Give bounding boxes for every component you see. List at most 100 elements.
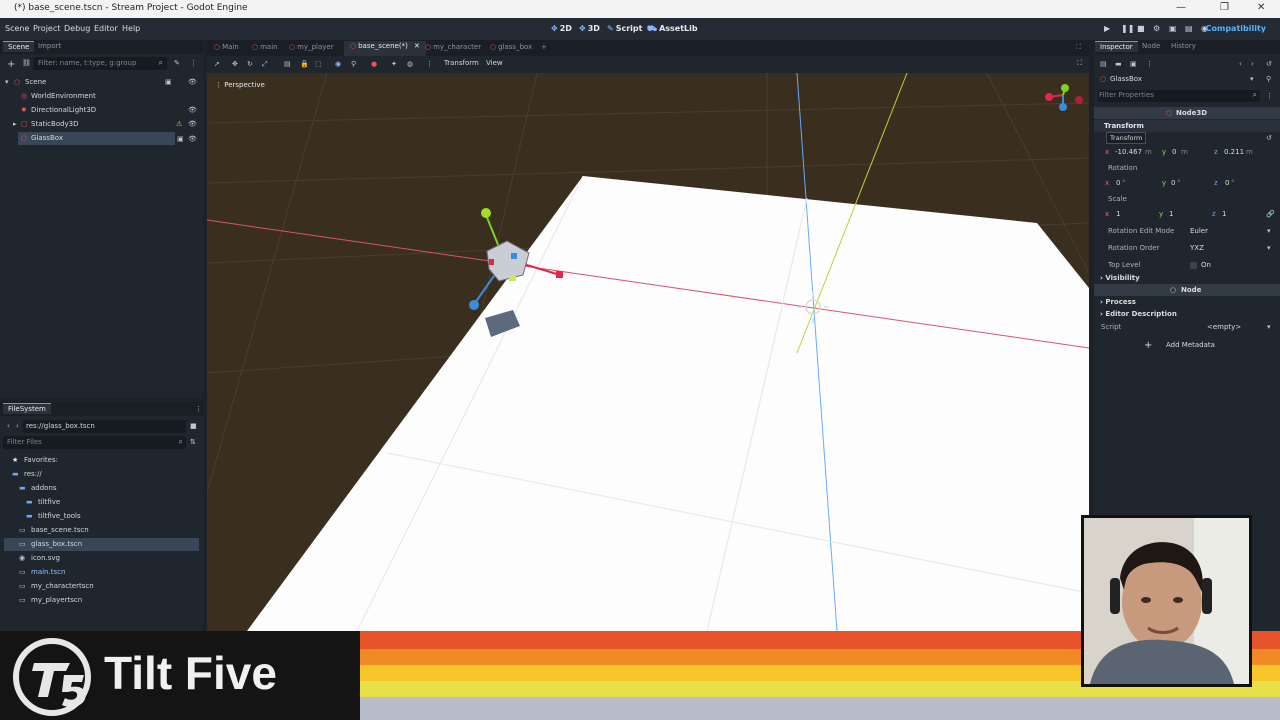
position-y-field[interactable]: 0 — [1172, 148, 1176, 156]
top-level-checkbox[interactable] — [1190, 262, 1197, 269]
rotation-order-row[interactable]: Rotation Order YXZ ▾ — [1094, 242, 1280, 256]
scene-tab-1[interactable]: ○ main — [252, 43, 278, 51]
new-resource-icon[interactable]: ▤ — [1100, 60, 1107, 68]
filter-properties-input[interactable]: Filter Properties ⌕ — [1098, 90, 1260, 102]
scale-z-field[interactable]: 1 — [1222, 210, 1226, 218]
add-node-icon[interactable]: + — [7, 59, 15, 70]
tab-filesystem[interactable]: FileSystem — [3, 403, 51, 414]
lock-icon[interactable]: 🔒 — [300, 60, 309, 68]
minimize-button[interactable]: — — [1176, 2, 1186, 13]
scene-tab-0[interactable]: ○ Main — [214, 43, 239, 51]
save-resource-icon[interactable]: ▣ — [1130, 60, 1137, 68]
open-resource-icon[interactable]: ▬ — [1115, 60, 1122, 68]
close-tab-icon[interactable]: ✕ — [412, 42, 420, 50]
scene-filter-input[interactable]: Filter: name, t:type, g:group ⌕ — [33, 57, 167, 70]
sort-icon[interactable]: ⇅ — [190, 438, 196, 446]
close-window-button[interactable]: ✕ — [1257, 2, 1265, 13]
toolbar-menu-icon[interactable]: ⋮ — [426, 60, 433, 68]
move-mode-icon[interactable]: ✥ — [232, 60, 238, 68]
scene-tab-5[interactable]: ○ glass_box — [490, 43, 532, 51]
extra-options-icon[interactable]: ⋮ — [1146, 60, 1153, 68]
file-item[interactable]: ▭ main.tscn — [4, 566, 199, 579]
inspector-options-icon[interactable]: ⋮ — [1266, 92, 1273, 100]
script-row[interactable]: Script <empty> ▾ — [1094, 321, 1280, 335]
renderer-selector[interactable]: Compatibility — [1206, 24, 1266, 33]
fullscreen-icon[interactable]: ⛶ — [1076, 43, 1081, 52]
docs-icon[interactable]: ⚲ — [1266, 75, 1271, 83]
pause-icon[interactable]: ❚❚ — [1121, 24, 1134, 33]
tree-item-glassbox[interactable]: ○ GlassBox — [18, 132, 175, 145]
file-item[interactable]: ▭ my_playertscn — [4, 594, 199, 607]
top-level-row[interactable]: Top Level On — [1094, 259, 1280, 273]
workspace-3d-button[interactable]: ✥ 3D — [579, 24, 600, 33]
object-selector[interactable]: ○ GlassBox ▾ ⚲ — [1094, 73, 1280, 87]
tree-item-staticbody3d[interactable]: ▸ ▢ StaticBody3D ⚠ 👁 — [0, 118, 203, 131]
position-x-field[interactable]: -10.467 — [1115, 148, 1142, 156]
file-item[interactable]: ▬ addons — [4, 482, 199, 495]
file-item[interactable]: ▬ tiltfive — [4, 496, 199, 509]
3d-viewport[interactable]: ⋮ Perspective — [207, 73, 1089, 631]
menu-debug[interactable]: Debug — [64, 24, 90, 33]
filesystem-path-field[interactable]: res://glass_box.tscn — [23, 420, 186, 433]
visibility-eye-icon[interactable]: 👁 — [188, 135, 197, 143]
file-item[interactable]: ★ Favorites: — [4, 454, 199, 467]
rotation-edit-mode-select[interactable]: Euler — [1190, 227, 1208, 235]
menu-scene[interactable]: Scene — [5, 24, 29, 33]
file-item[interactable]: ▭ glass_box.tscn — [4, 538, 199, 551]
distraction-free-icon[interactable]: ⛶ — [1077, 59, 1082, 68]
maximize-button[interactable]: ❐ — [1220, 2, 1229, 13]
select-mode-icon[interactable]: ➚ — [214, 60, 220, 68]
snap-icon[interactable]: ⚲ — [351, 60, 356, 68]
file-item[interactable]: ◉ icon.svg — [4, 552, 199, 565]
visibility-eye-icon[interactable]: 👁 — [188, 78, 197, 86]
scale-x-field[interactable]: 1 — [1116, 210, 1120, 218]
perspective-menu[interactable]: ⋮ Perspective — [215, 81, 265, 89]
menu-help[interactable]: Help — [122, 24, 140, 33]
object-history-icon[interactable]: ↺ — [1266, 60, 1272, 68]
sun-preview-icon[interactable]: ● — [371, 60, 377, 68]
tab-inspector[interactable]: Inspector — [1095, 41, 1138, 52]
scene-tab-2[interactable]: ○ my_player — [289, 43, 334, 51]
stop-icon[interactable]: ■ — [1137, 24, 1145, 33]
play-custom-scene-icon[interactable]: ▤ — [1185, 24, 1193, 33]
tab-history[interactable]: History — [1171, 42, 1196, 50]
instance-icon[interactable]: ▣ — [165, 78, 172, 86]
dock-menu-icon[interactable]: ⋮ — [195, 405, 202, 413]
add-metadata-button[interactable]: + Add Metadata — [1094, 339, 1280, 353]
transform-menu[interactable]: Transform — [444, 59, 479, 67]
tree-item-scene[interactable]: ▾ ○ Scene ▣ 👁 — [0, 76, 203, 89]
file-item[interactable]: ▬ res:// — [4, 468, 199, 481]
expand-arrow-icon[interactable]: ▸ — [13, 120, 17, 128]
tab-node[interactable]: Node — [1142, 42, 1160, 50]
play-scene-icon[interactable]: ▣ — [1169, 24, 1177, 33]
scene-menu-icon[interactable]: ⋮ — [190, 59, 197, 67]
workspace-assetlib-button[interactable]: ⛟ AssetLib — [647, 24, 698, 34]
link-icon[interactable]: 🔗 — [1266, 210, 1275, 218]
position-z-field[interactable]: 0.211 — [1224, 148, 1244, 156]
remote-debug-icon[interactable]: ⚙ — [1153, 24, 1160, 33]
menu-project[interactable]: Project — [33, 24, 60, 33]
tab-import[interactable]: Import — [38, 42, 61, 50]
group-icon[interactable]: ⬚ — [315, 60, 322, 68]
history-back-icon[interactable]: ‹ — [1239, 60, 1242, 68]
scene-tab-3[interactable]: ○ base_scene(*) ✕ — [344, 41, 426, 56]
local-space-icon[interactable]: ◉ — [335, 60, 341, 68]
list-select-icon[interactable]: ▤ — [284, 60, 291, 68]
add-scene-tab-icon[interactable]: + — [541, 43, 547, 51]
rotation-z-field[interactable]: 0 — [1225, 179, 1229, 187]
scale-mode-icon[interactable]: ⤢ — [262, 60, 268, 69]
workspace-script-button[interactable]: ✎ Script — [607, 24, 642, 33]
rotation-y-field[interactable]: 0 — [1171, 179, 1175, 187]
environment-preview-icon[interactable]: ✦ — [391, 60, 397, 68]
rotation-edit-mode-row[interactable]: Rotation Edit Mode Euler ▾ — [1094, 225, 1280, 239]
view-menu[interactable]: View — [486, 59, 503, 67]
play-icon[interactable]: ▶ — [1104, 24, 1110, 33]
visibility-eye-icon[interactable]: 👁 — [188, 106, 197, 114]
open-in-editor-icon[interactable]: ▣ — [177, 135, 184, 143]
section-editor-description[interactable]: › Editor Description — [1094, 308, 1280, 322]
tree-item-directionallight3d[interactable]: ✸ DirectionalLight3D 👁 — [0, 104, 203, 117]
file-item[interactable]: ▭ base_scene.tscn — [4, 524, 199, 537]
tree-item-worldenvironment[interactable]: ◎ WorldEnvironment — [0, 90, 203, 103]
rotation-order-select[interactable]: YXZ — [1190, 244, 1204, 252]
rotate-mode-icon[interactable]: ↻ — [247, 60, 253, 68]
